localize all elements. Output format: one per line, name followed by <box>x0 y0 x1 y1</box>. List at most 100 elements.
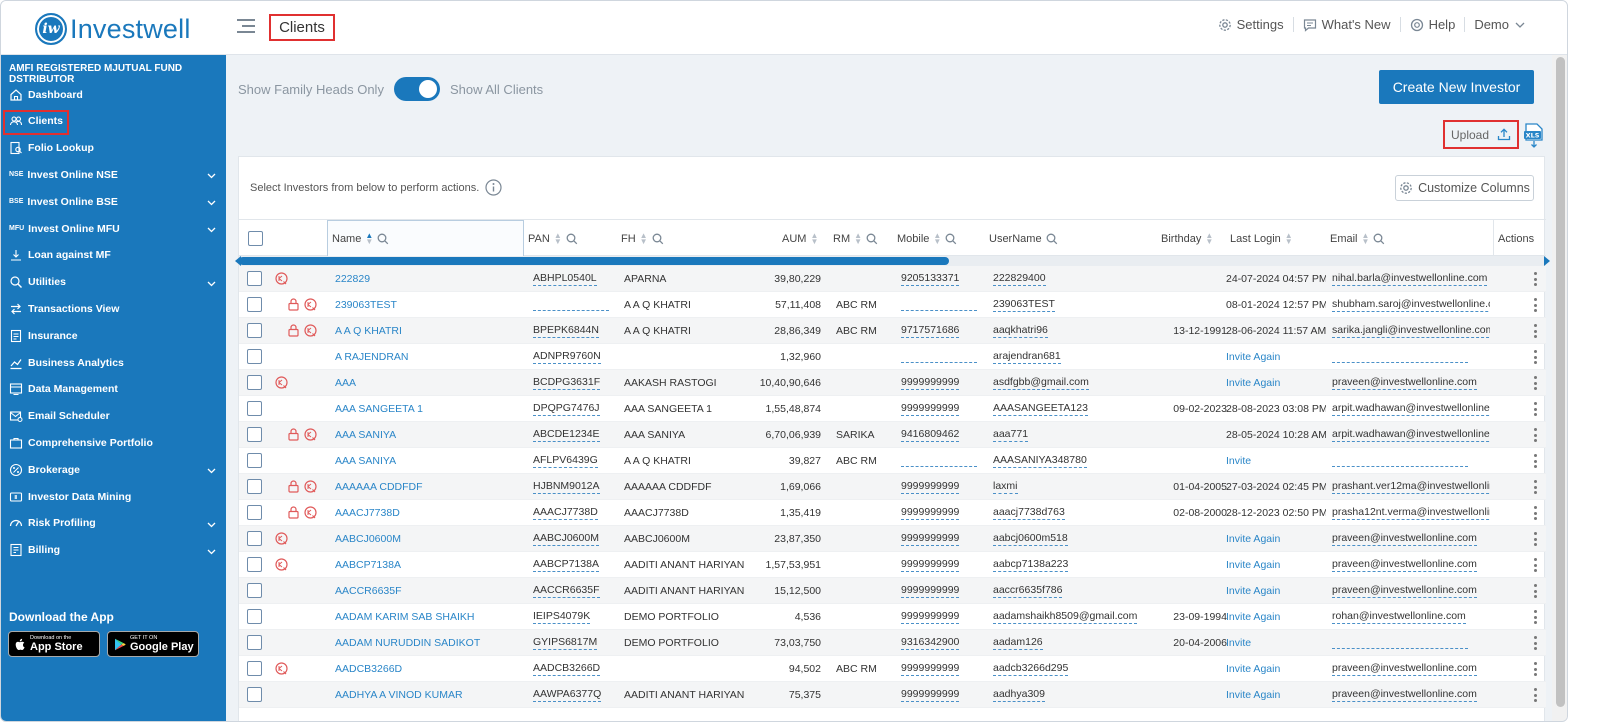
cell-name[interactable]: AAACJ7738D <box>335 500 525 526</box>
user-menu[interactable]: Demo <box>1465 17 1535 32</box>
row-checkbox[interactable] <box>247 297 262 312</box>
row-checkbox[interactable] <box>247 349 262 364</box>
cell-last-login[interactable]: Invite Again <box>1226 578 1326 604</box>
search-icon[interactable] <box>945 233 957 245</box>
sort-icon[interactable]: ▲ ▼ <box>365 232 373 246</box>
row-actions-menu-icon[interactable] <box>1534 454 1537 468</box>
row-checkbox[interactable] <box>247 583 262 598</box>
cell-name[interactable]: 239063TEST <box>335 292 525 318</box>
row-actions-menu-icon[interactable] <box>1534 428 1537 442</box>
scrollbar-thumb[interactable] <box>239 257 949 265</box>
upload-button[interactable]: Upload <box>1443 120 1519 149</box>
chevron-down-icon[interactable] <box>207 546 216 558</box>
sidebar-item-insurance[interactable]: Insurance <box>1 323 226 348</box>
search-icon[interactable] <box>1046 233 1058 245</box>
row-checkbox[interactable] <box>247 557 262 572</box>
search-icon[interactable] <box>866 233 878 245</box>
scroll-right-arrow-icon[interactable] <box>1544 256 1550 266</box>
create-new-investor-button[interactable]: Create New Investor <box>1379 70 1534 104</box>
chevron-down-icon[interactable] <box>207 170 216 182</box>
row-checkbox[interactable] <box>247 661 262 676</box>
cell-last-login[interactable]: Invite Again <box>1226 682 1326 708</box>
sidebar-item-transactions-view[interactable]: Transactions View <box>1 296 226 321</box>
row-checkbox[interactable] <box>247 271 262 286</box>
row-actions-menu-icon[interactable] <box>1534 532 1537 546</box>
cell-name[interactable]: 222829 <box>335 266 525 292</box>
search-icon[interactable] <box>566 233 578 245</box>
sidebar-item-risk-profiling[interactable]: Risk Profiling <box>1 511 226 536</box>
chevron-down-icon[interactable] <box>207 224 216 236</box>
sidebar-item-dashboard[interactable]: Dashboard <box>1 82 226 107</box>
sidebar-item-brokerage[interactable]: Brokerage <box>1 457 226 482</box>
cell-name[interactable]: AADAM NURUDDIN SADIKOT <box>335 630 525 656</box>
row-actions-menu-icon[interactable] <box>1534 376 1537 390</box>
sidebar-item-invest-online-bse[interactable]: BSE Invest Online BSE <box>1 189 226 214</box>
row-checkbox[interactable] <box>247 479 262 494</box>
row-actions-menu-icon[interactable] <box>1534 298 1537 312</box>
row-checkbox[interactable] <box>247 635 262 650</box>
column-header-last-login[interactable]: Last Login ▲ ▼ <box>1230 220 1293 257</box>
cell-last-login[interactable]: Invite <box>1226 448 1326 474</box>
row-actions-menu-icon[interactable] <box>1534 688 1537 702</box>
sidebar-item-investor-data-mining[interactable]: Investor Data Mining <box>1 484 226 509</box>
cell-name[interactable]: AAA <box>335 370 525 396</box>
column-header-mobile[interactable]: Mobile ▲ ▼ <box>897 220 957 257</box>
chevron-down-icon[interactable] <box>207 278 216 290</box>
row-actions-menu-icon[interactable] <box>1534 350 1537 364</box>
cell-name[interactable]: AAA SANIYA <box>335 422 525 448</box>
cell-last-login[interactable]: Invite Again <box>1226 370 1326 396</box>
sidebar-item-email-scheduler[interactable]: Email Scheduler <box>1 404 226 429</box>
cell-last-login[interactable]: Invite Again <box>1226 526 1326 552</box>
sidebar-item-utilities[interactable]: Utilities <box>1 270 226 295</box>
info-icon[interactable] <box>485 179 502 196</box>
row-checkbox[interactable] <box>247 427 262 442</box>
sort-icon[interactable]: ▲ ▼ <box>810 231 818 245</box>
xls-download-icon[interactable]: XLS <box>1523 123 1545 149</box>
search-icon[interactable] <box>1373 233 1385 245</box>
search-icon[interactable] <box>377 233 389 245</box>
row-actions-menu-icon[interactable] <box>1534 324 1537 338</box>
row-checkbox[interactable] <box>247 453 262 468</box>
page-scrollbar-thumb[interactable] <box>1556 57 1565 707</box>
show-all-clients-switch[interactable] <box>393 77 440 101</box>
cell-last-login[interactable]: Invite Again <box>1226 604 1326 630</box>
cell-last-login[interactable]: Invite Again <box>1226 344 1326 370</box>
sort-icon[interactable]: ▲ ▼ <box>554 231 562 245</box>
column-header-aum[interactable]: AUM ▲ ▼ <box>782 220 818 257</box>
cell-name[interactable]: AACCR6635F <box>335 578 525 604</box>
sort-icon[interactable]: ▲ ▼ <box>640 231 648 245</box>
row-actions-menu-icon[interactable] <box>1534 636 1537 650</box>
settings-link[interactable]: Settings <box>1209 17 1294 32</box>
cell-name[interactable]: AABCP7138A <box>335 552 525 578</box>
row-actions-menu-icon[interactable] <box>1534 662 1537 676</box>
row-checkbox[interactable] <box>247 323 262 338</box>
sort-icon[interactable]: ▲ ▼ <box>933 231 941 245</box>
cell-last-login[interactable]: Invite Again <box>1226 552 1326 578</box>
column-header-username[interactable]: UserName <box>989 220 1058 257</box>
app-store-button[interactable]: Download on the App Store <box>8 631 100 657</box>
row-checkbox[interactable] <box>247 505 262 520</box>
sidebar-item-folio-lookup[interactable]: Folio Lookup <box>1 136 226 161</box>
row-actions-menu-icon[interactable] <box>1534 558 1537 572</box>
sidebar-item-comprehensive-portfolio[interactable]: Comprehensive Portfolio <box>1 430 226 455</box>
chevron-down-icon[interactable] <box>207 519 216 531</box>
column-header-name[interactable]: Name ▲ ▼ <box>327 220 524 257</box>
sort-icon[interactable]: ▲ ▼ <box>1362 231 1370 245</box>
cell-name[interactable]: AABCJ0600M <box>335 526 525 552</box>
row-actions-menu-icon[interactable] <box>1534 402 1537 416</box>
sidebar-item-invest-online-mfu[interactable]: MFU Invest Online MFU <box>1 216 226 241</box>
cell-name[interactable]: AAAAAA CDDFDF <box>335 474 525 500</box>
sidebar-item-data-management[interactable]: Data Management <box>1 377 226 402</box>
column-header-birthday[interactable]: Birthday ▲ ▼ <box>1161 220 1213 257</box>
row-actions-menu-icon[interactable] <box>1534 610 1537 624</box>
column-header-fh[interactable]: FH ▲ ▼ <box>621 220 664 257</box>
help-link[interactable]: Help <box>1401 17 1466 32</box>
page-vertical-scrollbar[interactable] <box>1552 55 1567 721</box>
sidebar-item-loan-against-mf[interactable]: Loan against MF <box>1 243 226 268</box>
table-horizontal-scrollbar[interactable] <box>235 256 1550 266</box>
cell-name[interactable]: A A Q KHATRI <box>335 318 525 344</box>
investwell-logo[interactable]: iw Investwell <box>35 13 191 45</box>
cell-last-login[interactable]: Invite Again <box>1226 656 1326 682</box>
sort-icon[interactable]: ▲ ▼ <box>1285 231 1293 245</box>
row-actions-menu-icon[interactable] <box>1534 272 1537 286</box>
